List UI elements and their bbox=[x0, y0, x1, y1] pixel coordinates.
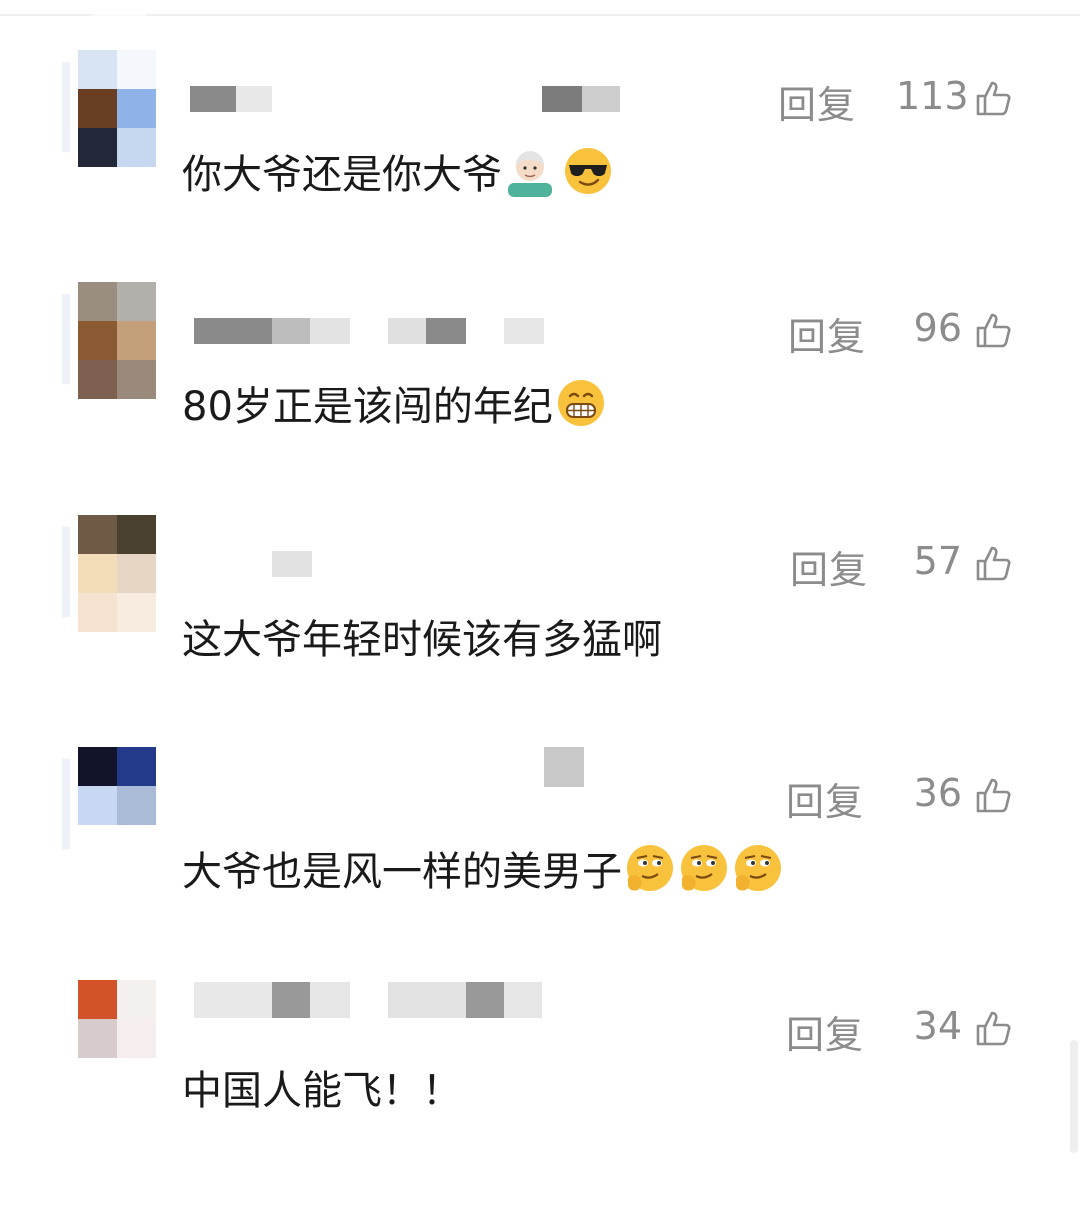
comment-text: 中国人能飞！！ bbox=[182, 1058, 462, 1116]
thumbs-up-icon[interactable] bbox=[974, 78, 1014, 118]
comment-text: 大爷也是风一样的美男子 bbox=[182, 839, 784, 897]
comment-body: 80岁正是该闯的年纪 bbox=[182, 384, 553, 430]
comment-text: 80岁正是该闯的年纪 bbox=[182, 374, 607, 432]
avatar-edge bbox=[62, 759, 70, 849]
comment-body: 这大爷年轻时候该有多猛啊 bbox=[182, 617, 662, 663]
like-count: 34 bbox=[913, 1004, 962, 1048]
avatar[interactable] bbox=[78, 282, 156, 400]
comment-text: 你大爷还是你大爷 bbox=[182, 142, 614, 200]
username-redacted[interactable] bbox=[194, 318, 554, 346]
username-redacted[interactable] bbox=[544, 747, 584, 787]
username-redacted[interactable] bbox=[272, 551, 312, 579]
like-count: 113 bbox=[896, 74, 969, 118]
comment-item: 回复 34 中国人能飞！！ bbox=[0, 980, 1080, 1206]
avatar[interactable] bbox=[78, 747, 156, 865]
grinning-face-emoji bbox=[557, 380, 604, 426]
reply-button[interactable]: 回复 bbox=[790, 539, 868, 594]
like-count: 57 bbox=[913, 539, 962, 583]
like-count: 36 bbox=[913, 771, 962, 815]
thumbs-up-icon[interactable] bbox=[974, 1008, 1014, 1048]
smirk-face-emoji bbox=[627, 845, 673, 891]
scrollbar[interactable] bbox=[1070, 1040, 1078, 1153]
smirk-face-emoji bbox=[681, 845, 727, 891]
avatar[interactable] bbox=[78, 515, 156, 633]
comment-body: 大爷也是风一样的美男子 bbox=[182, 849, 622, 895]
thumbs-up-icon[interactable] bbox=[974, 310, 1014, 350]
comment-item: 回复 57 这大爷年轻时候该有多猛啊 bbox=[0, 515, 1080, 741]
avatar-edge bbox=[62, 527, 70, 617]
comment-body: 你大爷还是你大爷 bbox=[182, 152, 502, 198]
like-count: 96 bbox=[913, 306, 962, 350]
reply-button[interactable]: 回复 bbox=[786, 1004, 864, 1059]
avatar[interactable] bbox=[78, 980, 156, 1058]
comment-item: 回复 113 你大爷还是你大爷 bbox=[0, 50, 1080, 276]
comment-item: 回复 96 80岁正是该闯的年纪 bbox=[0, 282, 1080, 508]
comment-body: 中国人能飞！！ bbox=[182, 1068, 462, 1114]
username-redacted[interactable] bbox=[194, 982, 544, 1018]
thumbs-up-icon[interactable] bbox=[974, 543, 1014, 583]
reply-button[interactable]: 回复 bbox=[778, 74, 856, 129]
reply-button[interactable]: 回复 bbox=[788, 306, 866, 361]
older-man-emoji bbox=[508, 151, 552, 197]
avatar-edge bbox=[62, 62, 70, 152]
username-redacted[interactable] bbox=[190, 86, 630, 114]
sunglasses-face-emoji bbox=[565, 148, 611, 194]
reply-button[interactable]: 回复 bbox=[786, 771, 864, 826]
thumbs-up-icon[interactable] bbox=[974, 775, 1014, 815]
comment-text: 这大爷年轻时候该有多猛啊 bbox=[182, 607, 662, 665]
comment-item: 回复 36 大爷也是风一样的美男子 bbox=[0, 747, 1080, 973]
avatar-edge bbox=[62, 294, 70, 384]
avatar[interactable] bbox=[78, 50, 156, 168]
smirk-face-emoji bbox=[735, 845, 781, 891]
top-divider bbox=[0, 14, 1080, 16]
